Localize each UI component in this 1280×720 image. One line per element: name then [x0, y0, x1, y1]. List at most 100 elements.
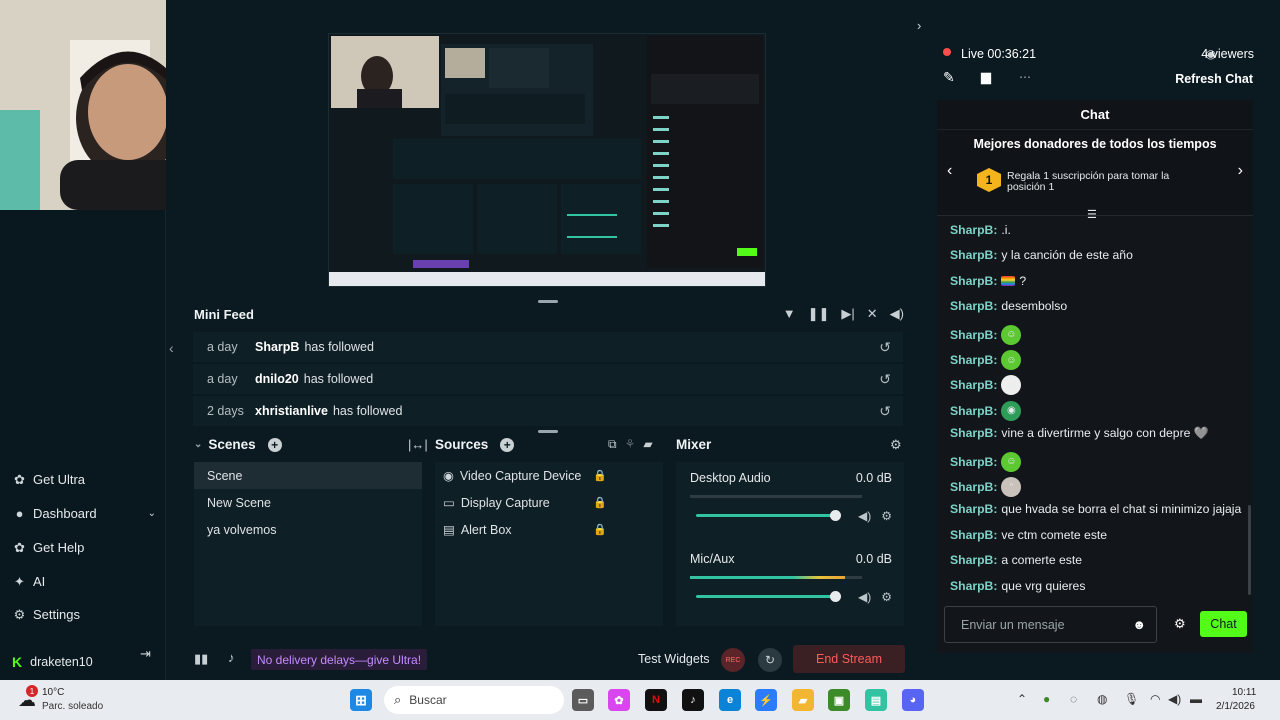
- speaker-icon[interactable]: ◀): [858, 590, 871, 604]
- feed-time: a day: [207, 372, 238, 386]
- volume-slider-knob[interactable]: [830, 591, 841, 602]
- streamlabs-icon[interactable]: ▤: [865, 689, 887, 711]
- chat-username[interactable]: SharpB:: [950, 248, 997, 262]
- task-view-icon[interactable]: ▭: [572, 689, 594, 711]
- chat-message-input[interactable]: Enviar un mensaje ☻: [944, 606, 1157, 643]
- record-button[interactable]: REC: [721, 648, 745, 672]
- user-profile[interactable]: K draketen10: [12, 654, 93, 670]
- scene-item[interactable]: Scene: [194, 462, 422, 489]
- chat-username[interactable]: SharpB:: [950, 426, 997, 440]
- group-icon[interactable]: ⚘: [625, 437, 636, 452]
- wifi-icon[interactable]: ◠: [1150, 692, 1160, 706]
- volume-slider-knob[interactable]: [830, 510, 841, 521]
- edge-icon[interactable]: e: [719, 689, 741, 711]
- lock-icon[interactable]: 🔒: [593, 496, 607, 509]
- chat-username[interactable]: SharpB:: [950, 378, 997, 392]
- speaker-icon[interactable]: ◀): [858, 509, 871, 523]
- test-widgets-button[interactable]: Test Widgets: [638, 652, 710, 666]
- sidebar-item-get-ultra[interactable]: ✿ Get Ultra: [12, 472, 85, 488]
- taskbar-search[interactable]: ⌕ Buscar: [384, 686, 564, 714]
- add-scene-icon[interactable]: +: [267, 437, 282, 452]
- expand-donors-icon[interactable]: ☰: [1087, 208, 1097, 221]
- tray-app-icon[interactable]: ●: [1043, 692, 1050, 706]
- tiktok-icon[interactable]: ♪: [682, 689, 704, 711]
- gear-icon[interactable]: ⚙: [881, 590, 892, 604]
- chat-username[interactable]: SharpB:: [950, 528, 997, 542]
- chat-username[interactable]: SharpB:: [950, 274, 997, 288]
- lock-icon[interactable]: 🔒: [593, 469, 607, 482]
- sidebar-item-get-help[interactable]: ✿ Get Help: [12, 540, 84, 556]
- source-item[interactable]: ◉ Video Capture Device 🔒: [443, 462, 607, 489]
- windows-start-icon[interactable]: ⊞: [350, 689, 372, 711]
- chat-scrollbar[interactable]: [1248, 505, 1251, 595]
- share-icon[interactable]: ⋯: [1019, 70, 1031, 84]
- notification-bell-icon[interactable]: ♪: [228, 650, 235, 665]
- popout-icon[interactable]: ▆: [981, 69, 991, 85]
- chat-username[interactable]: SharpB:: [950, 353, 997, 367]
- sidebar-item-ai[interactable]: ✦ AI: [12, 574, 45, 590]
- mixer-settings-icon[interactable]: ⚙: [890, 437, 902, 453]
- lock-icon[interactable]: 🔒: [593, 523, 607, 536]
- replay-icon[interactable]: ↺: [879, 371, 891, 388]
- discord-icon[interactable]: ◕: [902, 689, 924, 711]
- resize-handle[interactable]: [538, 430, 558, 433]
- stats-icon[interactable]: ▮▮: [194, 651, 208, 667]
- messenger-icon[interactable]: ⚡: [755, 689, 777, 711]
- refresh-chat-button[interactable]: Refresh Chat: [1175, 72, 1253, 86]
- chat-username[interactable]: SharpB:: [950, 223, 997, 237]
- netflix-icon[interactable]: N: [645, 689, 667, 711]
- tray-overflow-icon[interactable]: ⌃: [1017, 692, 1027, 706]
- copy-icon[interactable]: ⧉: [608, 437, 617, 452]
- add-source-icon[interactable]: +: [500, 437, 515, 452]
- ultra-promo-banner[interactable]: No delivery delays—give Ultra!: [251, 649, 428, 670]
- tray-app-icon[interactable]: ◌: [1070, 692, 1077, 706]
- volume-slider[interactable]: [696, 595, 836, 598]
- collapse-right-icon[interactable]: ›: [917, 18, 921, 33]
- copilot-icon[interactable]: ✿: [608, 689, 630, 711]
- replay-icon[interactable]: ↺: [879, 403, 891, 420]
- send-chat-button[interactable]: Chat: [1200, 611, 1247, 637]
- source-item[interactable]: ▤ Alert Box 🔒: [443, 516, 607, 543]
- chat-username[interactable]: SharpB:: [950, 579, 997, 593]
- speaker-icon[interactable]: ◀): [1168, 692, 1181, 706]
- tray-app-icon[interactable]: ◍: [1097, 692, 1107, 706]
- replay-buffer-icon[interactable]: ↻: [758, 648, 782, 672]
- sidebar-item-settings[interactable]: ⚙ Settings: [12, 607, 80, 623]
- minecraft-icon[interactable]: ▣: [828, 689, 850, 711]
- edit-icon[interactable]: ✎: [943, 69, 955, 86]
- scene-item[interactable]: New Scene: [194, 489, 422, 516]
- chevron-down-icon[interactable]: ⌄: [194, 439, 202, 450]
- chevron-right-icon[interactable]: ›: [1238, 162, 1243, 180]
- chat-settings-icon[interactable]: ⚙: [1174, 616, 1186, 632]
- volume-slider[interactable]: [696, 514, 836, 517]
- emoji-icon[interactable]: ☻: [1132, 617, 1146, 632]
- chat-username[interactable]: SharpB:: [950, 404, 997, 418]
- end-stream-button[interactable]: End Stream: [793, 645, 905, 673]
- stream-preview[interactable]: [328, 33, 766, 287]
- filter-icon[interactable]: ▼: [783, 306, 796, 322]
- file-explorer-icon[interactable]: ▰: [792, 689, 814, 711]
- skip-icon[interactable]: ▶|: [841, 306, 854, 322]
- battery-icon[interactable]: ▬: [1190, 692, 1202, 706]
- mute-alerts-icon[interactable]: ✕: [867, 306, 878, 322]
- chevron-left-icon[interactable]: ‹: [947, 162, 952, 180]
- source-item[interactable]: ▭ Display Capture 🔒: [443, 489, 607, 516]
- sidebar-item-dashboard[interactable]: ● Dashboard ⌄: [12, 506, 156, 521]
- scene-transition-icon[interactable]: |↔|: [408, 437, 428, 452]
- chat-username[interactable]: SharpB:: [950, 455, 997, 469]
- chat-username[interactable]: SharpB:: [950, 328, 997, 342]
- microphone-icon[interactable]: 🎙: [1124, 692, 1139, 706]
- chat-username[interactable]: SharpB:: [950, 480, 997, 494]
- chat-username[interactable]: SharpB:: [950, 299, 997, 313]
- chat-panel: Chat Mejores donadores de todos los tiem…: [937, 100, 1253, 653]
- scene-item[interactable]: ya volvemos: [194, 516, 422, 543]
- pause-icon[interactable]: ❚❚: [808, 306, 830, 322]
- volume-icon[interactable]: ◀): [890, 306, 904, 322]
- chat-username[interactable]: SharpB:: [950, 553, 997, 567]
- collapse-left-icon[interactable]: ‹: [169, 340, 174, 356]
- logout-icon[interactable]: ⇥: [140, 646, 151, 662]
- replay-icon[interactable]: ↺: [879, 339, 891, 356]
- chat-username[interactable]: SharpB:: [950, 502, 997, 516]
- gear-icon[interactable]: ⚙: [881, 509, 892, 523]
- folder-icon[interactable]: ▰: [643, 437, 652, 452]
